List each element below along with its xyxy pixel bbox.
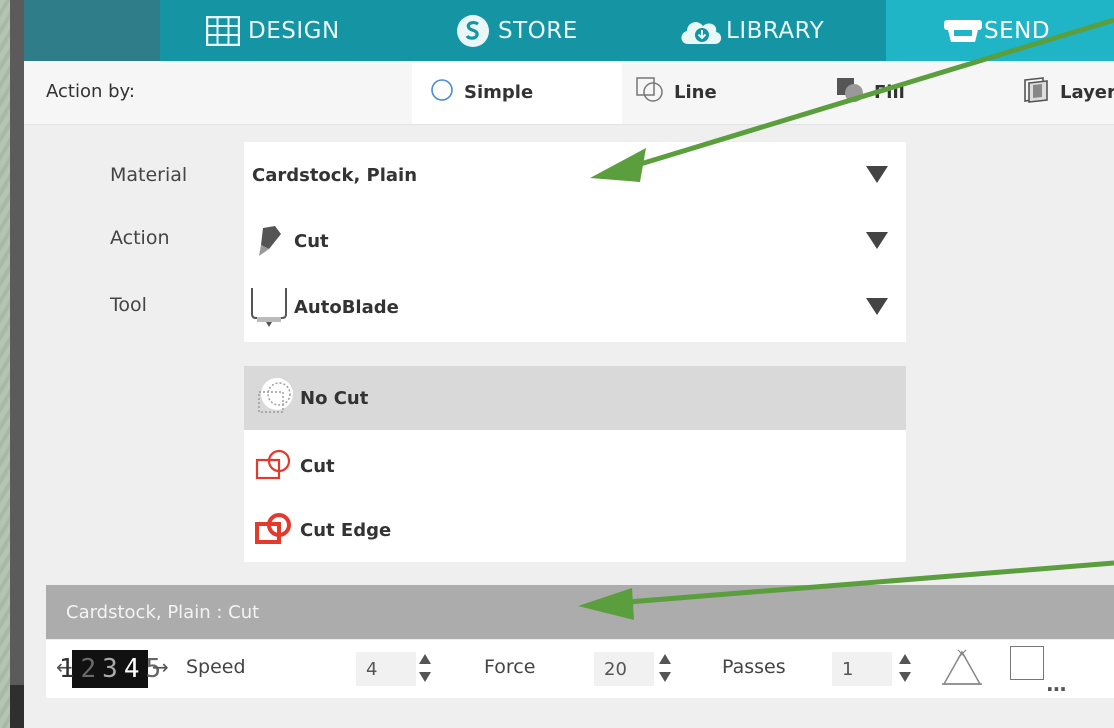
annotation-arrow-line <box>633 17 1114 169</box>
annotation-arrow-line <box>627 560 1114 605</box>
annotation-arrowhead <box>578 588 634 620</box>
annotation-arrows <box>578 17 1114 620</box>
annotation-arrowhead <box>590 148 646 182</box>
